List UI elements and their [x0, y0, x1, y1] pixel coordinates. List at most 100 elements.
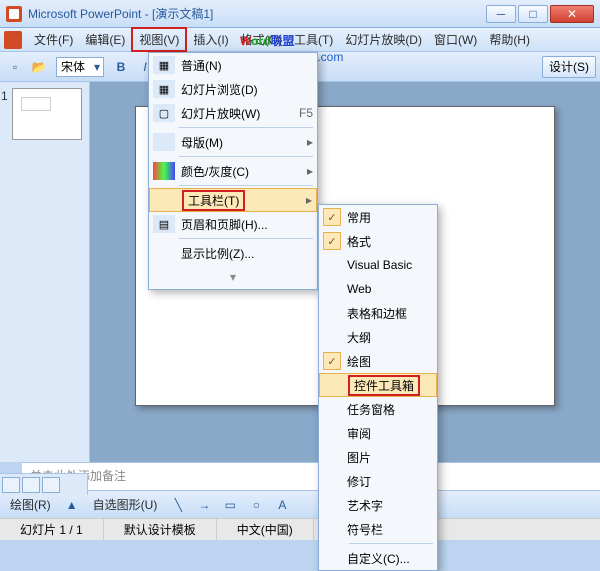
submenu-arrow-icon: ▸: [306, 193, 312, 207]
thumb-number: 1: [1, 89, 8, 103]
autoshapes-menu[interactable]: 自选图形(U): [87, 494, 164, 515]
normal-view-icon[interactable]: [2, 477, 20, 493]
window-controls: ─ □ ✕: [486, 5, 594, 23]
arrow-icon[interactable]: →: [193, 494, 215, 516]
view-toolbars[interactable]: 工具栏(T)▸: [149, 188, 317, 212]
toolbar-item-0[interactable]: ✓常用: [319, 205, 437, 229]
menu-help[interactable]: 帮助(H): [483, 29, 536, 50]
app-icon: [6, 6, 22, 22]
textbox-icon[interactable]: A: [271, 494, 293, 516]
toolbar-item-label: 符号栏: [347, 521, 383, 538]
line-icon[interactable]: ╲: [167, 494, 189, 516]
toolbar-item-label: Web: [347, 282, 371, 296]
toolbar-item-1[interactable]: ✓格式: [319, 229, 437, 253]
toolbar-item-label: 自定义(C)...: [347, 550, 410, 567]
blank-icon: [153, 133, 175, 151]
close-button[interactable]: ✕: [550, 5, 594, 23]
toolbar-item-label: 审阅: [347, 425, 371, 442]
toolbar-item-6[interactable]: ✓绘图: [319, 349, 437, 373]
toolbar-item-label: 图片: [347, 449, 371, 466]
view-header[interactable]: ▤页眉和页脚(H)...: [149, 212, 317, 236]
pointer-icon[interactable]: ▲: [61, 494, 83, 516]
notes-pane[interactable]: 单击此处添加备注: [22, 462, 600, 490]
menu-bar: 文件(F) 编辑(E) 视图(V) 插入(I) 格式(O) 工具(T) 幻灯片放…: [0, 28, 600, 52]
toolbar-item-4[interactable]: 表格和边框: [319, 301, 437, 325]
status-template: 默认设计模板: [104, 519, 217, 540]
rect-icon[interactable]: ▭: [219, 494, 241, 516]
slide-thumbnail[interactable]: 1: [12, 88, 82, 140]
status-bar: 幻灯片 1 / 1 默认设计模板 中文(中国): [0, 518, 600, 540]
checkbox-icon: [323, 256, 341, 274]
view-browse[interactable]: ▦ 幻灯片浏览(D): [149, 77, 317, 101]
draw-menu[interactable]: 绘图(R): [4, 494, 57, 515]
sorter-view-icon[interactable]: [22, 477, 40, 493]
toolbar-item-11[interactable]: 修订: [319, 469, 437, 493]
submenu-arrow-icon: ▸: [307, 164, 313, 178]
toolbar-item-14[interactable]: 自定义(C)...: [319, 546, 437, 570]
separator: [179, 127, 313, 128]
checkbox-icon: [323, 549, 341, 567]
normal-icon: ▦: [153, 56, 175, 74]
checkbox-icon: [323, 472, 341, 490]
toolbar-item-3[interactable]: Web: [319, 277, 437, 301]
view-browse-label: 幻灯片浏览(D): [181, 81, 258, 98]
design-button[interactable]: 设计(S): [542, 56, 596, 78]
checkbox-icon: ✓: [323, 208, 341, 226]
checkbox-icon: [323, 424, 341, 442]
oval-icon[interactable]: ○: [245, 494, 267, 516]
toolbar-item-label: 格式: [347, 233, 371, 250]
menu-window[interactable]: 窗口(W): [428, 29, 483, 50]
thumb-preview: [21, 97, 51, 111]
separator: [179, 238, 313, 239]
open-icon[interactable]: 📂: [28, 56, 50, 78]
toolbar-item-13[interactable]: 符号栏: [319, 517, 437, 541]
view-master[interactable]: 母版(M)▸: [149, 130, 317, 154]
view-expand[interactable]: ▾: [149, 265, 317, 289]
thumbnail-pane[interactable]: 1: [0, 82, 90, 462]
powerpoint-icon: [4, 31, 22, 49]
checkbox-icon: [324, 376, 342, 394]
menu-edit[interactable]: 编辑(E): [79, 29, 131, 50]
menu-format[interactable]: 格式(O): [235, 29, 288, 50]
toolbars-submenu: ✓常用✓格式Visual BasicWeb表格和边框大纲✓绘图控件工具箱任务窗格…: [318, 204, 438, 571]
toolbar-item-2[interactable]: Visual Basic: [319, 253, 437, 277]
checkbox-icon: [323, 448, 341, 466]
checkbox-icon: [323, 304, 341, 322]
view-normal-label: 普通(N): [181, 57, 222, 74]
toolbar-item-10[interactable]: 图片: [319, 445, 437, 469]
view-slideshow[interactable]: ▢幻灯片放映(W)F5: [149, 101, 317, 125]
toolbar-item-12[interactable]: 艺术字: [319, 493, 437, 517]
status-language: 中文(中国): [217, 519, 314, 540]
view-switcher: [0, 473, 88, 495]
menu-tools[interactable]: 工具(T): [288, 29, 339, 50]
toolbar-item-7[interactable]: 控件工具箱: [319, 373, 437, 397]
slideshow-view-icon[interactable]: [42, 477, 60, 493]
checkbox-icon: [323, 400, 341, 418]
checkbox-icon: [323, 496, 341, 514]
toolbar-item-5[interactable]: 大纲: [319, 325, 437, 349]
toolbar-item-9[interactable]: 审阅: [319, 421, 437, 445]
submenu-arrow-icon: ▸: [307, 135, 313, 149]
maximize-button[interactable]: □: [518, 5, 548, 23]
menu-file[interactable]: 文件(F): [28, 29, 79, 50]
color-icon: [153, 162, 175, 180]
separator: [349, 543, 433, 544]
toolbar-item-8[interactable]: 任务窗格: [319, 397, 437, 421]
header-icon: ▤: [153, 215, 175, 233]
toolbar-item-label: 艺术字: [347, 497, 383, 514]
view-zoom[interactable]: 显示比例(Z)...: [149, 241, 317, 265]
toolbar-item-label: Visual Basic: [347, 258, 412, 272]
checkbox-icon: [323, 520, 341, 538]
checkbox-icon: [323, 328, 341, 346]
view-normal[interactable]: ▦ 普通(N): [149, 53, 317, 77]
browse-icon: ▦: [153, 80, 175, 98]
menu-insert[interactable]: 插入(I): [187, 29, 234, 50]
bold-icon[interactable]: B: [110, 56, 132, 78]
new-icon[interactable]: ▫: [4, 56, 26, 78]
blank-icon: [153, 244, 175, 262]
menu-slideshow[interactable]: 幻灯片放映(D): [339, 29, 428, 50]
minimize-button[interactable]: ─: [486, 5, 516, 23]
view-color[interactable]: 颜色/灰度(C)▸: [149, 159, 317, 183]
font-selector[interactable]: 宋体: [56, 57, 104, 77]
menu-view[interactable]: 视图(V): [131, 27, 187, 52]
